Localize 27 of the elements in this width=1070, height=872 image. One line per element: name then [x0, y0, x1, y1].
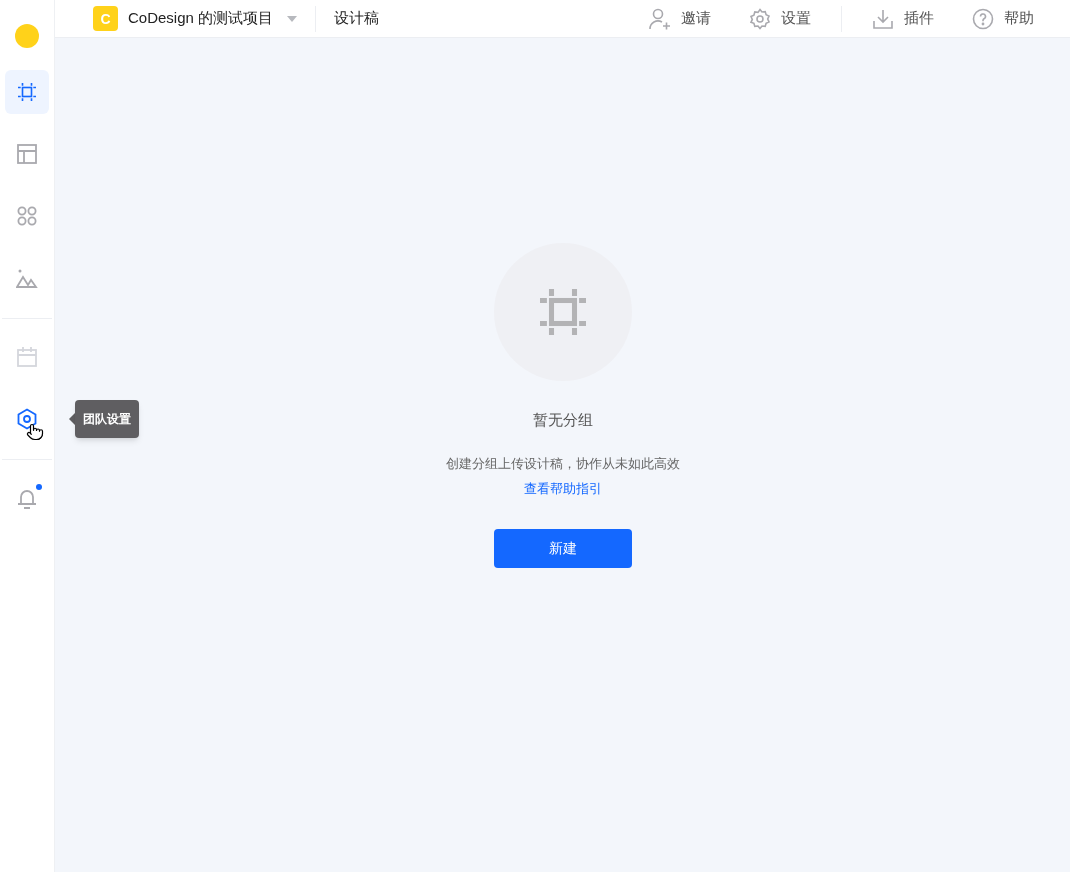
- download-icon: [872, 7, 894, 30]
- four-circles-icon: [16, 205, 38, 227]
- empty-description: 创建分组上传设计稿，协作从未如此高效: [445, 454, 680, 473]
- bell-icon: [16, 487, 38, 509]
- tooltip: 团队设置: [75, 400, 139, 438]
- toolbar-button[interactable]: 插件: [872, 7, 934, 30]
- calendar-icon: [16, 346, 38, 368]
- layout-icon: [16, 143, 38, 165]
- caret-icon: [287, 15, 298, 22]
- project-logo: C: [93, 6, 118, 31]
- toolbar-button[interactable]: 帮助: [972, 7, 1034, 30]
- project-selector[interactable]: CoDesign 的测试项目: [128, 7, 298, 30]
- settings-icon: [749, 7, 771, 30]
- help-link[interactable]: 查看帮助指引: [523, 479, 602, 499]
- hexagon-gear-icon: [16, 408, 38, 430]
- artboard-icon: [18, 83, 36, 101]
- toolbar-button[interactable]: 设置: [749, 7, 811, 30]
- empty-title: 暂无分组: [532, 410, 593, 430]
- new-button[interactable]: 新建: [493, 528, 632, 568]
- help-icon: [972, 7, 994, 30]
- mountain-icon: [16, 267, 38, 289]
- artboard-icon: [539, 289, 586, 335]
- hand-cursor-icon: [26, 423, 44, 441]
- toolbar-button[interactable]: 邀请: [649, 7, 711, 30]
- workspace-avatar[interactable]: [15, 24, 39, 48]
- section-title: 设计稿: [334, 8, 380, 29]
- add-user-icon: [649, 7, 671, 30]
